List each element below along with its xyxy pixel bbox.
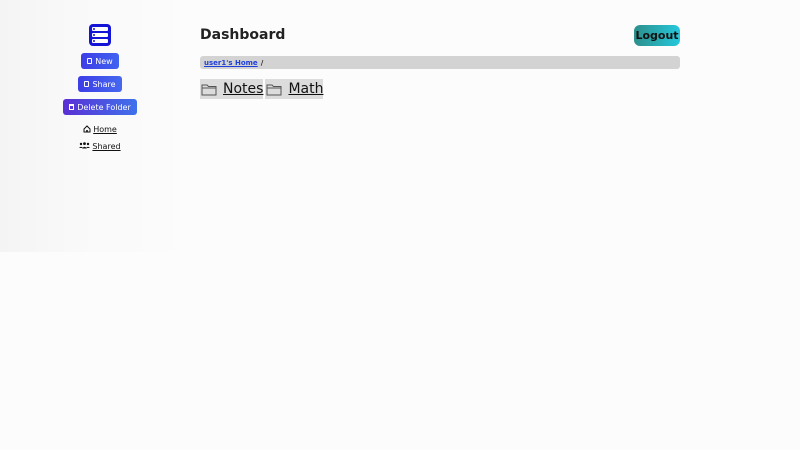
folder-icon — [201, 84, 217, 95]
page-title: Dashboard — [200, 27, 286, 43]
nav-home-label: Home — [93, 125, 117, 134]
logout-button[interactable]: Logout — [634, 25, 680, 46]
share-button-label: Share — [92, 79, 116, 89]
share-button[interactable]: Share — [78, 76, 122, 92]
delete-folder-label: Delete Folder — [77, 102, 131, 112]
sidebar: New Share Delete Folder Home Shared — [0, 0, 200, 151]
trash-icon — [69, 104, 75, 110]
nav-shared-link[interactable]: Shared — [79, 142, 121, 151]
users-icon — [79, 142, 91, 149]
folder-icon — [266, 84, 282, 95]
file-icon — [84, 81, 90, 87]
new-button-label: New — [95, 56, 113, 66]
breadcrumb: user1's Home / — [200, 56, 680, 69]
breadcrumb-separator: / — [260, 58, 264, 67]
folder-list: Notes Math — [200, 79, 324, 99]
folder-item-math[interactable]: Math — [265, 79, 324, 99]
nav-shared-label: Shared — [92, 142, 121, 151]
folder-name: Notes — [223, 81, 264, 97]
breadcrumb-home-link[interactable]: user1's Home — [204, 59, 258, 67]
delete-folder-button[interactable]: Delete Folder — [63, 99, 137, 115]
folder-item-notes[interactable]: Notes — [200, 79, 264, 99]
app-logo-icon[interactable] — [89, 24, 111, 46]
home-icon — [83, 125, 91, 133]
new-button[interactable]: New — [81, 53, 119, 69]
folder-name: Math — [288, 81, 324, 97]
file-icon — [87, 58, 93, 64]
nav-home-link[interactable]: Home — [83, 125, 117, 134]
